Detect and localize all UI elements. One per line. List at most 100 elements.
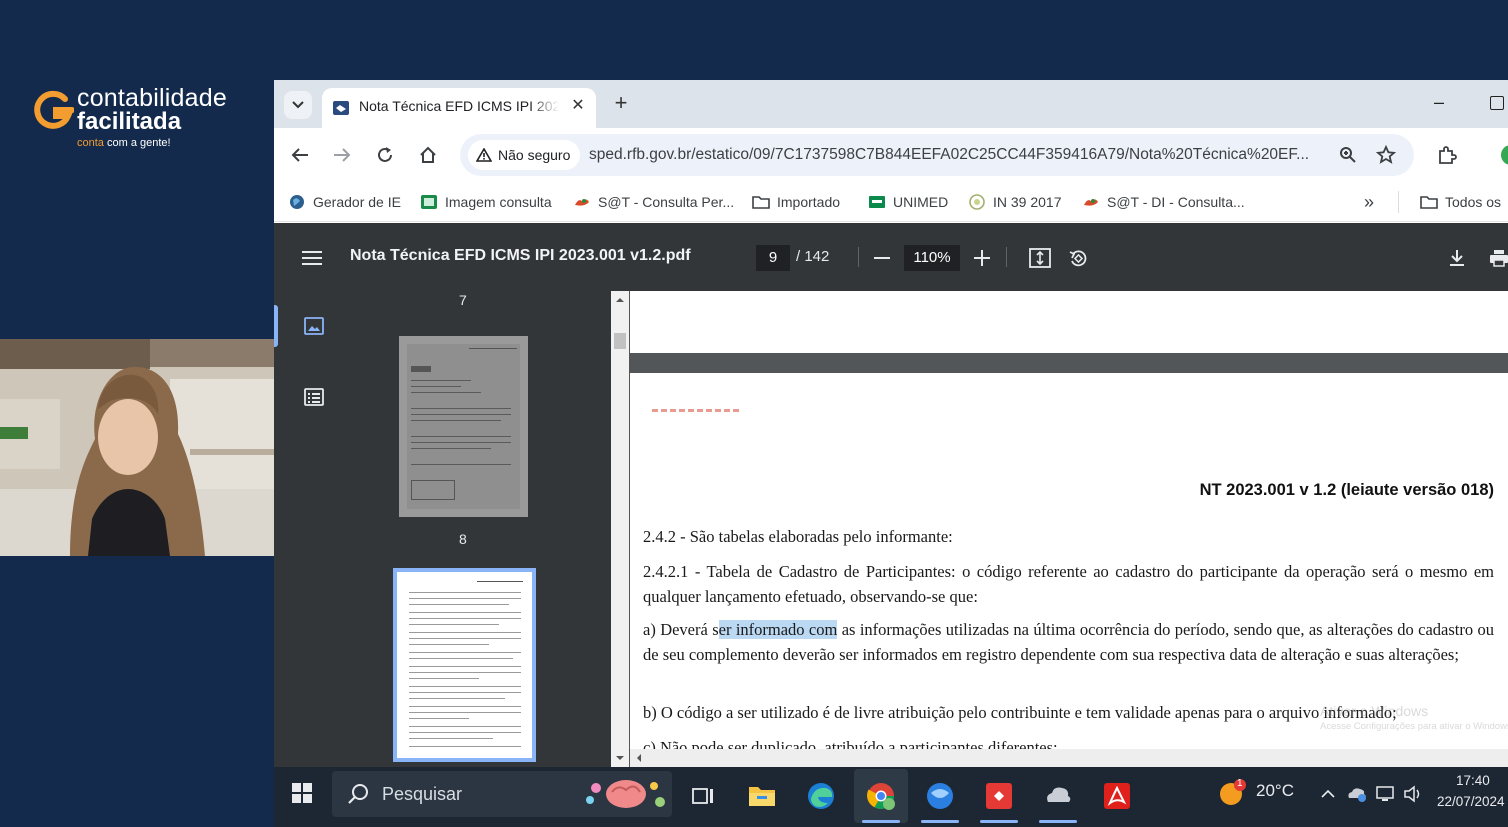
- edge-icon: [808, 783, 834, 809]
- thumbnail-icon: [304, 317, 324, 335]
- bookmark-label: Gerador de IE: [313, 194, 401, 210]
- toolbar-divider: [858, 247, 859, 267]
- rotate-button[interactable]: [1065, 245, 1091, 271]
- thumbnails-view-button[interactable]: [301, 313, 327, 339]
- thumbnail-page[interactable]: [399, 336, 528, 517]
- back-button[interactable]: [287, 142, 313, 168]
- bookmark-item[interactable]: S@T - Consulta Per...: [573, 191, 734, 213]
- pdf-icon: [1104, 783, 1130, 809]
- scroll-up-arrow-icon[interactable]: [611, 294, 629, 306]
- text-selection-highlight: er informado com: [718, 620, 838, 639]
- scroll-down-arrow-icon[interactable]: [611, 752, 629, 764]
- cloud-sync-icon: [1348, 788, 1366, 802]
- pdf-toolbar: Nota Técnica EFD ICMS IPI 2023.001 v1.2.…: [274, 223, 1508, 291]
- fit-page-button[interactable]: [1027, 245, 1053, 271]
- tab-close-icon[interactable]: ✕: [568, 96, 588, 116]
- tray-overflow-button[interactable]: [1317, 783, 1339, 805]
- bookmarks-overflow-button[interactable]: »: [1364, 191, 1374, 213]
- warning-icon: [476, 148, 492, 162]
- folder-icon: [749, 787, 775, 806]
- horizontal-scrollbar[interactable]: [630, 749, 1508, 767]
- search-placeholder: Pesquisar: [382, 784, 463, 804]
- file-explorer-app[interactable]: [735, 769, 789, 823]
- reload-icon: [378, 147, 392, 162]
- tab-search-button[interactable]: [284, 91, 312, 119]
- url-text[interactable]: sped.rfb.gov.br/estatico/09/7C1737598C7B…: [589, 146, 1334, 164]
- tab-active-pdf[interactable]: Nota Técnica EFD ICMS IPI 2023 ✕: [322, 88, 596, 128]
- volume-tray[interactable]: [1402, 783, 1424, 805]
- all-bookmarks-button[interactable]: Todos os: [1398, 191, 1501, 213]
- open-app-indicator: [980, 820, 1018, 823]
- bookmark-item[interactable]: Gerador de IE: [288, 191, 401, 213]
- chevron-up-icon: [1321, 789, 1335, 798]
- security-indicator[interactable]: Não seguro: [468, 140, 581, 170]
- unimed-icon: [869, 196, 885, 208]
- presenter-video-image: [0, 339, 274, 556]
- task-view-button[interactable]: [676, 769, 730, 823]
- windows-start-icon[interactable]: [292, 783, 312, 803]
- home-icon: [420, 146, 436, 163]
- sat-icon: [1084, 199, 1098, 206]
- edge-browser-app[interactable]: [794, 769, 848, 823]
- clock-time[interactable]: 17:40: [1456, 773, 1490, 788]
- bookmark-item[interactable]: S@T - DI - Consulta...: [1082, 191, 1245, 213]
- navigation-toolbar: Não seguro sped.rfb.gov.br/estatico/09/7…: [274, 128, 1508, 182]
- folder-icon: [752, 196, 770, 209]
- pdf-page: NT 2023.001 v 1.2 (leiaute versão 018) 2…: [630, 373, 1508, 767]
- bookmark-item[interactable]: Imagem consulta: [420, 191, 552, 213]
- weather-temperature[interactable]: 20°C: [1256, 781, 1294, 801]
- outline-view-button[interactable]: [301, 384, 327, 410]
- globe-icon: [927, 783, 953, 809]
- scrollbar-thumb[interactable]: [614, 333, 626, 349]
- network-tray[interactable]: [1375, 783, 1397, 805]
- pdf-side-nav: [274, 291, 354, 767]
- image-icon: [421, 195, 437, 209]
- brand-mark-icon: [34, 90, 74, 129]
- profile-avatar[interactable]: [1494, 142, 1508, 168]
- pdf-document-area[interactable]: NT 2023.001 v 1.2 (leiaute versão 018) 2…: [611, 291, 1508, 767]
- reload-button[interactable]: [372, 142, 398, 168]
- cloud-app[interactable]: [1031, 769, 1085, 823]
- bookmark-star-icon[interactable]: [1375, 144, 1397, 166]
- zoom-level-input[interactable]: 110%: [904, 245, 960, 271]
- network-app[interactable]: [913, 769, 967, 823]
- chrome-browser-app[interactable]: [854, 769, 908, 823]
- zoom-in-button[interactable]: [969, 245, 995, 271]
- acrobat-reader-app[interactable]: [1090, 769, 1144, 823]
- open-app-indicator: [921, 820, 959, 823]
- taskbar-search-box[interactable]: Pesquisar: [332, 771, 672, 817]
- thumbnail-page-selected[interactable]: [393, 568, 536, 762]
- window-maximize-button[interactable]: [1490, 96, 1504, 110]
- clock-date[interactable]: 22/07/2024: [1437, 794, 1505, 809]
- windows-taskbar: Pesquisar 1 20°C 17:40 22/07/2024: [274, 767, 1508, 827]
- bookmark-item[interactable]: UNIMED: [868, 191, 948, 213]
- home-button[interactable]: [415, 142, 441, 168]
- forward-button[interactable]: [329, 142, 355, 168]
- vertical-scrollbar[interactable]: [611, 291, 629, 767]
- bookmark-item[interactable]: Importado: [752, 191, 840, 213]
- print-button[interactable]: [1486, 245, 1508, 271]
- avatar-icon: [1501, 145, 1508, 165]
- zoom-out-button[interactable]: [869, 245, 895, 271]
- zoom-icon[interactable]: [1337, 144, 1359, 166]
- download-button[interactable]: [1444, 245, 1470, 271]
- bookmark-label: Importado: [777, 194, 841, 210]
- extensions-button[interactable]: [1434, 142, 1460, 168]
- chrome-icon: [867, 783, 895, 810]
- tab-title: Nota Técnica EFD ICMS IPI 2023: [359, 98, 559, 114]
- bookmark-label: UNIMED: [893, 194, 949, 210]
- cloud-icon: [1047, 787, 1071, 802]
- pdf-menu-button[interactable]: [299, 245, 325, 271]
- plus-icon: [974, 250, 990, 266]
- scroll-left-arrow-icon[interactable]: [632, 749, 646, 767]
- window-minimize-button[interactable]: –: [1434, 92, 1452, 112]
- address-bar[interactable]: Não seguro sped.rfb.gov.br/estatico/09/7…: [460, 134, 1414, 176]
- thumbnail-panel: 7 8: [354, 291, 611, 767]
- page-number-input[interactable]: 9: [756, 245, 790, 271]
- minus-icon: [874, 257, 890, 259]
- new-tab-button[interactable]: +: [610, 92, 632, 114]
- onedrive-tray[interactable]: [1346, 783, 1368, 805]
- anydesk-app[interactable]: [972, 769, 1026, 823]
- bookmark-item[interactable]: IN 39 2017: [968, 191, 1062, 213]
- toolbar-divider: [1006, 247, 1007, 267]
